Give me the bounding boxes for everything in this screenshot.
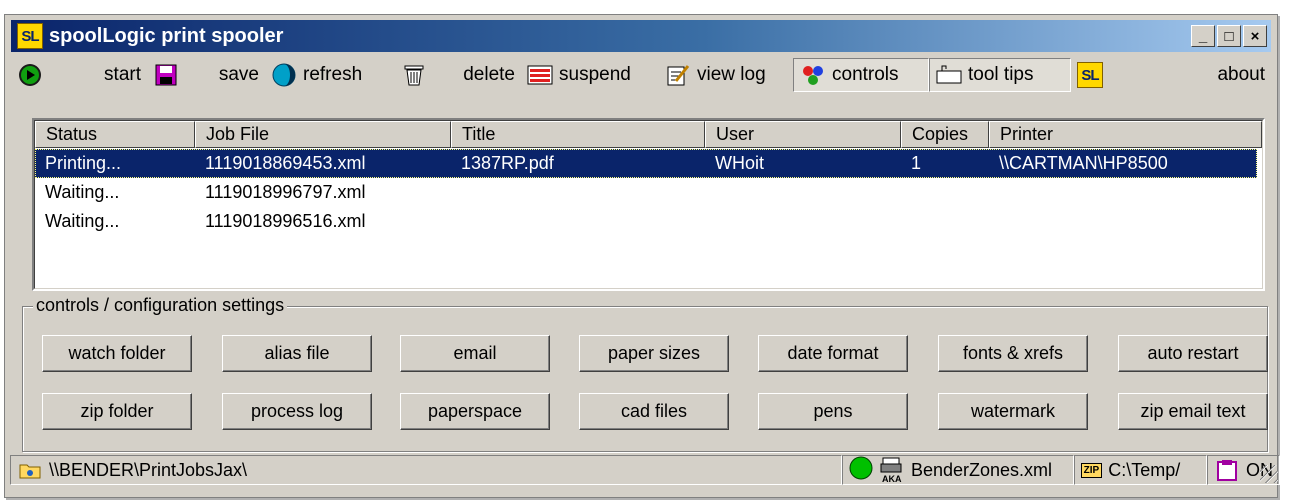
watch-folder-button[interactable]: watch folder xyxy=(42,335,192,372)
controls-legend: controls / configuration settings xyxy=(33,295,288,316)
suspend-label: suspend xyxy=(559,64,631,85)
start-label: start xyxy=(104,64,141,85)
start-toolbar-button[interactable]: start xyxy=(11,58,147,92)
toolbar: start save refresh delete suspend view l… xyxy=(11,57,1271,93)
tool-tips-label: tool tips xyxy=(968,64,1034,85)
process-log-button[interactable]: process log xyxy=(222,393,372,430)
column-header-job-file[interactable]: Job File xyxy=(195,121,451,148)
controls-toolbar-button[interactable]: controls xyxy=(793,58,929,92)
table-row[interactable]: Printing... 1119018869453.xml 1387RP.pdf… xyxy=(35,149,1257,178)
auto-restart-button[interactable]: auto restart xyxy=(1118,335,1268,372)
status-light-icon xyxy=(849,456,873,485)
status-zip-panel: ZIP C:\Temp/ xyxy=(1073,455,1207,485)
status-path: \\BENDER\PrintJobsJax\ xyxy=(49,459,248,480)
cad-files-button[interactable]: cad files xyxy=(579,393,729,430)
job-file: 1119018996797.xml xyxy=(205,182,366,202)
job-status: Waiting... xyxy=(45,211,120,231)
job-title: 1387RP.pdf xyxy=(461,153,554,173)
minimize-button[interactable]: _ xyxy=(1191,25,1215,47)
trash-icon xyxy=(401,62,427,88)
about-label: about xyxy=(1217,64,1265,85)
paperspace-button[interactable]: paperspace xyxy=(400,393,550,430)
column-header-copies[interactable]: Copies xyxy=(901,121,989,148)
job-list[interactable]: Status Job File Title User Copies Printe… xyxy=(32,118,1265,291)
job-list-rows: Printing... 1119018869453.xml 1387RP.pdf… xyxy=(35,149,1262,236)
maximize-button[interactable]: □ xyxy=(1217,25,1241,47)
tooltip-icon xyxy=(936,62,962,88)
save-label: save xyxy=(218,64,259,85)
status-zip-path: C:\Temp/ xyxy=(1108,459,1181,480)
window-title: spoolLogic print spooler xyxy=(49,24,284,47)
zip-icon: ZIP xyxy=(1080,462,1103,478)
about-logo-icon: SL xyxy=(1077,62,1103,88)
job-list-header: Status Job File Title User Copies Printe… xyxy=(35,121,1262,148)
controls-groupbox: controls / configuration settings watch … xyxy=(22,295,1268,452)
column-header-status[interactable]: Status xyxy=(35,121,195,148)
about-toolbar-button[interactable]: SL about xyxy=(1071,58,1271,92)
save-toolbar-button[interactable]: save xyxy=(147,58,265,92)
job-user: WHoit xyxy=(715,153,764,173)
job-status: Waiting... xyxy=(45,182,120,202)
close-button[interactable]: × xyxy=(1243,25,1267,47)
job-status: Printing... xyxy=(45,153,122,173)
controls-label: controls xyxy=(832,64,899,85)
play-icon xyxy=(17,62,43,88)
zip-folder-button[interactable]: zip folder xyxy=(42,393,192,430)
date-format-button[interactable]: date format xyxy=(758,335,908,372)
refresh-toolbar-button[interactable]: refresh xyxy=(265,58,395,92)
column-header-printer[interactable]: Printer xyxy=(989,121,1262,148)
resize-grip[interactable] xyxy=(1260,465,1278,483)
job-copies: 1 xyxy=(911,153,922,173)
fonts-xrefs-button[interactable]: fonts & xrefs xyxy=(938,335,1088,372)
globe-refresh-icon xyxy=(271,62,297,88)
network-folder-icon xyxy=(17,457,43,483)
job-file: 1119018869453.xml xyxy=(205,153,366,173)
alias-file-button[interactable]: alias file xyxy=(222,335,372,372)
delete-toolbar-button[interactable]: delete xyxy=(395,58,521,92)
status-path-panel: \\BENDER\PrintJobsJax\ xyxy=(10,455,842,485)
notepad-pencil-icon xyxy=(665,62,691,88)
suspend-toolbar-button[interactable]: suspend xyxy=(521,58,659,92)
aka-printer-icon: AKA xyxy=(879,457,905,483)
table-row[interactable]: Waiting... 1119018996516.xml xyxy=(35,207,1262,236)
controls-icon xyxy=(800,62,826,88)
zip-email-text-button[interactable]: zip email text xyxy=(1118,393,1268,430)
aka-label: AKA xyxy=(882,474,902,483)
view-log-toolbar-button[interactable]: view log xyxy=(659,58,793,92)
view-log-label: view log xyxy=(697,64,766,85)
status-zones: BenderZones.xml xyxy=(910,459,1053,480)
column-header-title[interactable]: Title xyxy=(451,121,705,148)
watermark-button[interactable]: watermark xyxy=(938,393,1088,430)
paper-sizes-button[interactable]: paper sizes xyxy=(579,335,729,372)
email-button[interactable]: email xyxy=(400,335,550,372)
tool-tips-toolbar-button[interactable]: tool tips xyxy=(929,58,1071,92)
refresh-label: refresh xyxy=(303,64,363,85)
clipboard-icon xyxy=(1214,457,1240,483)
job-printer: \\CARTMAN\HP8500 xyxy=(999,153,1168,173)
status-bar: \\BENDER\PrintJobsJax\ AKA BenderZones.x… xyxy=(10,455,1280,485)
app-logo: SL xyxy=(17,23,43,49)
pens-button[interactable]: pens xyxy=(758,393,908,430)
table-row[interactable]: Waiting... 1119018996797.xml xyxy=(35,178,1262,207)
job-list-frame: Status Job File Title User Copies Printe… xyxy=(34,120,1263,289)
job-file: 1119018996516.xml xyxy=(205,211,366,231)
floppy-disk-icon xyxy=(153,62,179,88)
suspend-icon xyxy=(527,62,553,88)
delete-label: delete xyxy=(463,64,515,85)
column-header-user[interactable]: User xyxy=(705,121,901,148)
status-zones-panel: AKA BenderZones.xml xyxy=(841,455,1074,485)
title-bar[interactable]: SL spoolLogic print spooler _ □ × xyxy=(11,20,1271,52)
